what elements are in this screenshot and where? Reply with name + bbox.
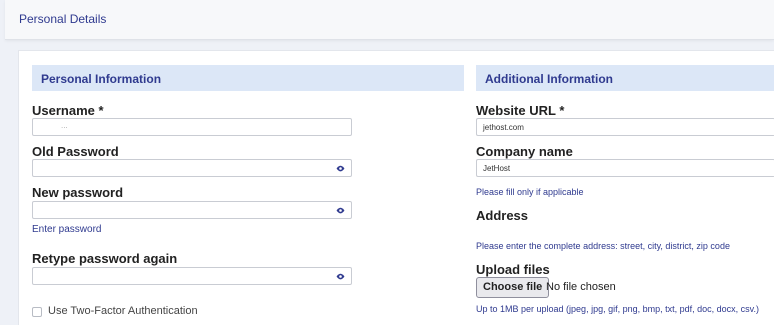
eye-icon[interactable]: [336, 165, 345, 172]
new-password-input[interactable]: [32, 201, 352, 219]
choose-file-button[interactable]: Choose file: [476, 277, 550, 298]
website-input[interactable]: jethost.com: [476, 118, 774, 136]
website-label: Website URL *: [476, 103, 565, 118]
personal-info-heading: Personal Information: [32, 65, 464, 91]
company-hint: Please fill only if applicable: [476, 187, 584, 197]
eye-icon[interactable]: [336, 207, 345, 214]
address-hint: Please enter the complete address: stree…: [476, 241, 730, 251]
company-label: Company name: [476, 144, 573, 159]
company-input[interactable]: JetHost: [476, 159, 774, 177]
old-password-input[interactable]: [32, 159, 352, 177]
old-password-label: Old Password: [32, 144, 119, 159]
username-input[interactable]: ...: [32, 118, 352, 136]
eye-icon[interactable]: [336, 273, 345, 280]
address-label: Address: [476, 208, 529, 223]
file-status: No file chosen: [546, 281, 616, 293]
additional-info-heading: Additional Information: [476, 65, 774, 91]
page-header: Personal Details: [5, 0, 774, 40]
username-label: Username *: [32, 103, 104, 118]
page-title: Personal Details: [19, 12, 107, 26]
new-password-label: New password: [32, 185, 124, 200]
retype-password-input[interactable]: [32, 267, 352, 285]
upload-hint: Up to 1MB per upload (jpeg, jpg, gif, pn…: [476, 304, 759, 314]
retype-password-label: Retype password again: [32, 251, 178, 266]
details-form: Personal Information Username * ... Old …: [18, 50, 774, 325]
two-factor-label[interactable]: Use Two-Factor Authentication: [48, 305, 198, 317]
upload-label: Upload files: [476, 262, 550, 277]
enter-password-hint: Enter password: [32, 224, 102, 235]
two-factor-checkbox[interactable]: [32, 307, 42, 317]
